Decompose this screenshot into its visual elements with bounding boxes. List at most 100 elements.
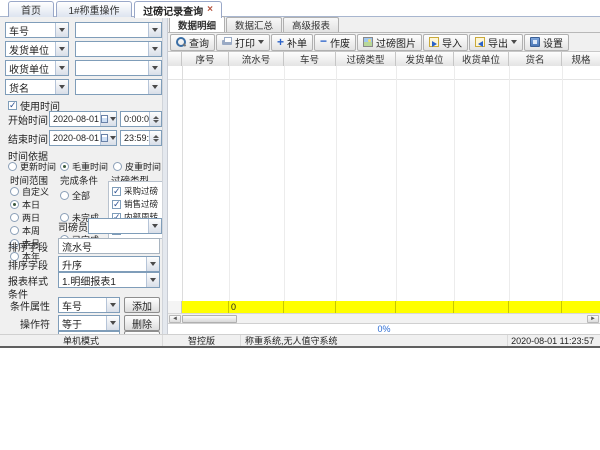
scrollbar-thumb[interactable] bbox=[182, 315, 237, 323]
vehicle-value-select[interactable] bbox=[75, 22, 162, 38]
col-header-goods[interactable]: 货名 bbox=[509, 52, 562, 66]
radio-option-gross-time[interactable]: 毛重时间 bbox=[60, 160, 108, 173]
records-table: 序号 流水号 车号 过磅类型 发货单位 收货单位 货名 规格 bbox=[168, 52, 600, 322]
chevron-down-icon[interactable] bbox=[55, 42, 68, 56]
chevron-down-icon[interactable] bbox=[148, 80, 161, 94]
chevron-down-icon[interactable] bbox=[148, 42, 161, 56]
settings-button[interactable]: 设置 bbox=[524, 34, 569, 51]
chevron-down-icon[interactable] bbox=[148, 23, 161, 37]
supplement-button[interactable]: + 补单 bbox=[271, 34, 313, 51]
tab-data-detail[interactable]: 数据明细 bbox=[169, 16, 225, 32]
chevron-down-icon[interactable] bbox=[106, 316, 119, 330]
tab-data-summary[interactable]: 数据汇总 bbox=[226, 17, 282, 32]
tab-advanced-report[interactable]: 高级报表 bbox=[283, 17, 339, 32]
goods-value-select[interactable] bbox=[75, 79, 162, 95]
void-button[interactable]: − 作废 bbox=[314, 34, 356, 51]
vehicle-field-label: 车号 bbox=[6, 23, 55, 38]
chevron-down-icon[interactable] bbox=[148, 219, 161, 233]
chevron-down-icon[interactable] bbox=[55, 23, 68, 37]
settings-icon bbox=[530, 37, 540, 47]
export-button[interactable]: 导出 bbox=[469, 34, 523, 51]
chevron-down-icon[interactable] bbox=[55, 61, 68, 75]
tab-home[interactable]: 首页 bbox=[8, 1, 54, 17]
chevron-down-icon[interactable] bbox=[148, 61, 161, 75]
radio-option-custom[interactable]: 自定义 bbox=[10, 185, 49, 198]
shipper-value-select[interactable] bbox=[75, 41, 162, 57]
col-header-spec[interactable]: 规格 bbox=[562, 52, 600, 66]
data-tab-bar: 数据明细 数据汇总 高级报表 bbox=[168, 17, 600, 33]
vehicle-field-select[interactable]: 车号 bbox=[5, 22, 69, 38]
sort-field-input[interactable]: 流水号 bbox=[58, 238, 160, 254]
checkbox-option-purchase[interactable]: 采购过磅 bbox=[112, 185, 158, 197]
weigher-row: 司磅员 bbox=[58, 218, 162, 234]
scroll-right-icon[interactable]: ► bbox=[587, 315, 599, 323]
calendar-icon[interactable] bbox=[100, 112, 116, 126]
radio-icon bbox=[10, 226, 19, 235]
col-header-shipper[interactable]: 发货单位 bbox=[396, 52, 454, 66]
chevron-down-icon[interactable] bbox=[106, 298, 119, 312]
condition-attr-select[interactable]: 车号 bbox=[58, 297, 120, 313]
weigher-select[interactable] bbox=[88, 218, 162, 234]
horizontal-scrollbar[interactable]: ◄ ► bbox=[168, 313, 600, 323]
tab-weigh-record-query-label: 过磅记录查询 bbox=[143, 3, 203, 18]
receiver-value-select[interactable] bbox=[75, 60, 162, 76]
col-header-seq[interactable]: 序号 bbox=[182, 52, 229, 66]
shipper-field-select[interactable]: 发货单位 bbox=[5, 41, 69, 57]
col-header-receiver[interactable]: 收货单位 bbox=[454, 52, 509, 66]
end-date-picker[interactable]: 2020-08-01 bbox=[49, 130, 117, 146]
checkbox-icon bbox=[112, 187, 121, 196]
print-button[interactable]: 打印 bbox=[216, 34, 270, 51]
total-row-indicator bbox=[168, 301, 182, 313]
data-panel: 数据明细 数据汇总 高级报表 查询 打印 + 补单 bbox=[168, 17, 600, 334]
checkbox-option-sales[interactable]: 销售过磅 bbox=[112, 198, 158, 210]
row-indicator-header bbox=[168, 52, 182, 66]
radio-option-two-days[interactable]: 两日 bbox=[10, 211, 40, 224]
col-header-serial[interactable]: 流水号 bbox=[229, 52, 284, 66]
finish-condition-header: 完成条件 bbox=[60, 173, 98, 187]
radio-option-today[interactable]: 本日 bbox=[10, 198, 40, 211]
sort-order-row: 排序字段 升序 bbox=[8, 256, 162, 272]
receiver-field-select[interactable]: 收货单位 bbox=[5, 60, 69, 76]
radio-option-this-week[interactable]: 本周 bbox=[10, 224, 40, 237]
plus-icon: + bbox=[277, 37, 284, 47]
tab-weigh-record-query[interactable]: 过磅记录查询 × bbox=[134, 1, 222, 18]
condition-attr-label: 条件属性 bbox=[10, 298, 58, 313]
close-icon[interactable]: × bbox=[207, 5, 213, 15]
query-button[interactable]: 查询 bbox=[170, 34, 215, 51]
weigh-photo-button[interactable]: 过磅图片 bbox=[357, 34, 422, 51]
condition-op-select[interactable]: 等于 bbox=[58, 315, 120, 331]
radio-option-all[interactable]: 全部 bbox=[60, 189, 90, 202]
radio-option-update-time[interactable]: 更新时间 bbox=[8, 160, 56, 173]
calendar-icon[interactable] bbox=[100, 131, 116, 145]
table-body-empty[interactable] bbox=[168, 66, 600, 301]
spinner-arrows-icon[interactable] bbox=[149, 131, 161, 145]
radio-option-tare-time[interactable]: 皮重时间 bbox=[113, 160, 161, 173]
chevron-down-icon[interactable] bbox=[146, 273, 159, 287]
radio-icon bbox=[113, 162, 122, 171]
progress-bar: 0% bbox=[168, 323, 600, 334]
spinner-arrows-icon[interactable] bbox=[149, 112, 161, 126]
end-time-spinner[interactable]: 23:59:59 bbox=[120, 130, 162, 146]
radio-icon bbox=[60, 191, 69, 200]
checkbox-icon bbox=[8, 101, 17, 110]
sort-order-select[interactable]: 升序 bbox=[58, 256, 160, 272]
goods-field-select[interactable]: 货名 bbox=[5, 79, 69, 95]
col-header-vehicle[interactable]: 车号 bbox=[284, 52, 336, 66]
chevron-down-icon[interactable] bbox=[55, 80, 68, 94]
tab-weighing-operation[interactable]: 1#称重操作 bbox=[56, 1, 132, 17]
start-date-picker[interactable]: 2020-08-01 bbox=[49, 111, 117, 127]
start-time-spinner[interactable]: 0:00:00 bbox=[120, 111, 162, 127]
radio-icon bbox=[10, 187, 19, 196]
add-condition-button[interactable]: 添加 bbox=[124, 297, 160, 313]
import-button[interactable]: 导入 bbox=[423, 34, 468, 51]
total-row: 0 bbox=[168, 301, 600, 313]
chevron-down-icon[interactable] bbox=[146, 257, 159, 271]
delete-condition-button[interactable]: 删除 bbox=[124, 315, 160, 331]
start-time-row: 开始时间 2020-08-01 0:00:00 bbox=[8, 111, 162, 127]
condition-attr-row: 条件属性 车号 添加 bbox=[10, 297, 162, 313]
scroll-left-icon[interactable]: ◄ bbox=[169, 315, 181, 323]
sort-field-row: 排序字段 流水号 bbox=[8, 238, 162, 254]
shipper-field-label: 发货单位 bbox=[6, 42, 55, 57]
col-header-weigh-type[interactable]: 过磅类型 bbox=[336, 52, 396, 66]
report-style-select[interactable]: 1.明细报表1 bbox=[58, 272, 160, 288]
